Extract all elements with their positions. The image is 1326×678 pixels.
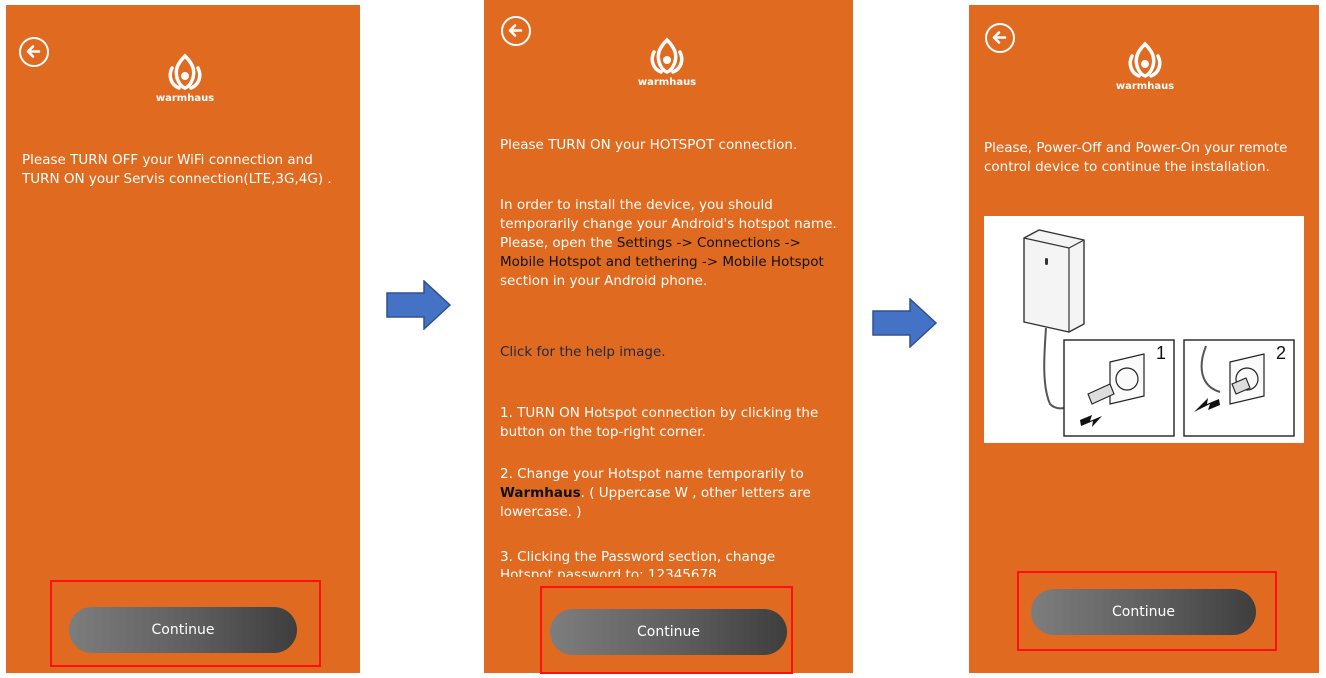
- next-arrow-icon: [872, 298, 938, 348]
- help-image-link[interactable]: Click for the help image.: [500, 343, 840, 362]
- open-settings-prefix: Please, open the: [500, 235, 617, 251]
- instruction-text: Please TURN OFF your WiFi connection and…: [22, 152, 332, 187]
- rename-note: In order to install the device, you shou…: [500, 197, 837, 232]
- screen-hotspot-on: warmhaus Please TURN ON your HOTSPOT con…: [484, 0, 853, 673]
- svg-text:1: 1: [1156, 343, 1166, 363]
- open-settings-suffix: section in your Android phone.: [500, 273, 708, 289]
- brand-name: warmhaus: [637, 77, 697, 88]
- highlight-box: [540, 586, 793, 674]
- step-1-text: 1. TURN ON Hotspot connection by clickin…: [500, 405, 819, 440]
- svg-text:2: 2: [1276, 343, 1286, 363]
- step-label-2: 2: [1276, 343, 1286, 363]
- brand-name: warmhaus: [1115, 81, 1175, 92]
- hotspot-detail: In order to install the device, you shou…: [500, 196, 840, 291]
- step-3-text: 3. Clicking the Password section, change: [500, 549, 776, 565]
- back-arrow-icon: [992, 31, 1007, 44]
- hotspot-instruction: Please TURN ON your HOTSPOT connection.: [500, 137, 798, 153]
- instruction-text: Please, Power-Off and Power-On your remo…: [984, 140, 1288, 175]
- step-3-cut-line: Hotspot password to: 12345678: [500, 567, 717, 577]
- warmhaus-logo: warmhaus: [622, 36, 712, 88]
- warmhaus-logo: warmhaus: [1100, 40, 1190, 92]
- step-2-prefix: 2. Change your Hotspot name temporarily …: [500, 466, 804, 482]
- step-3-cut-text: Hotspot password to: 12345678: [500, 567, 840, 577]
- highlight-box: [1017, 571, 1277, 651]
- step-2-text: 2. Change your Hotspot name temporarily …: [500, 465, 840, 522]
- screen-wifi-off: warmhaus Please TURN OFF your WiFi conne…: [6, 5, 360, 673]
- back-arrow-icon: [26, 45, 41, 58]
- warmhaus-logo-icon: [1128, 41, 1162, 78]
- device-plug-illustration: 1 2: [1023, 229, 1295, 437]
- warmhaus-logo: warmhaus: [140, 52, 230, 104]
- back-arrow-icon: [508, 24, 523, 37]
- hotspot-name-value: Warmhaus: [500, 485, 581, 501]
- warmhaus-logo-icon: [650, 37, 684, 74]
- brand-name: warmhaus: [155, 93, 215, 104]
- back-button[interactable]: [501, 16, 531, 46]
- power-cycle-illustration: 1 2: [984, 216, 1304, 443]
- next-arrow-icon: [386, 280, 452, 330]
- back-button[interactable]: [19, 37, 49, 67]
- back-button[interactable]: [985, 23, 1015, 53]
- step-label-1: 1: [1156, 343, 1166, 363]
- highlight-box: [50, 580, 321, 667]
- warmhaus-logo-icon: [168, 53, 202, 90]
